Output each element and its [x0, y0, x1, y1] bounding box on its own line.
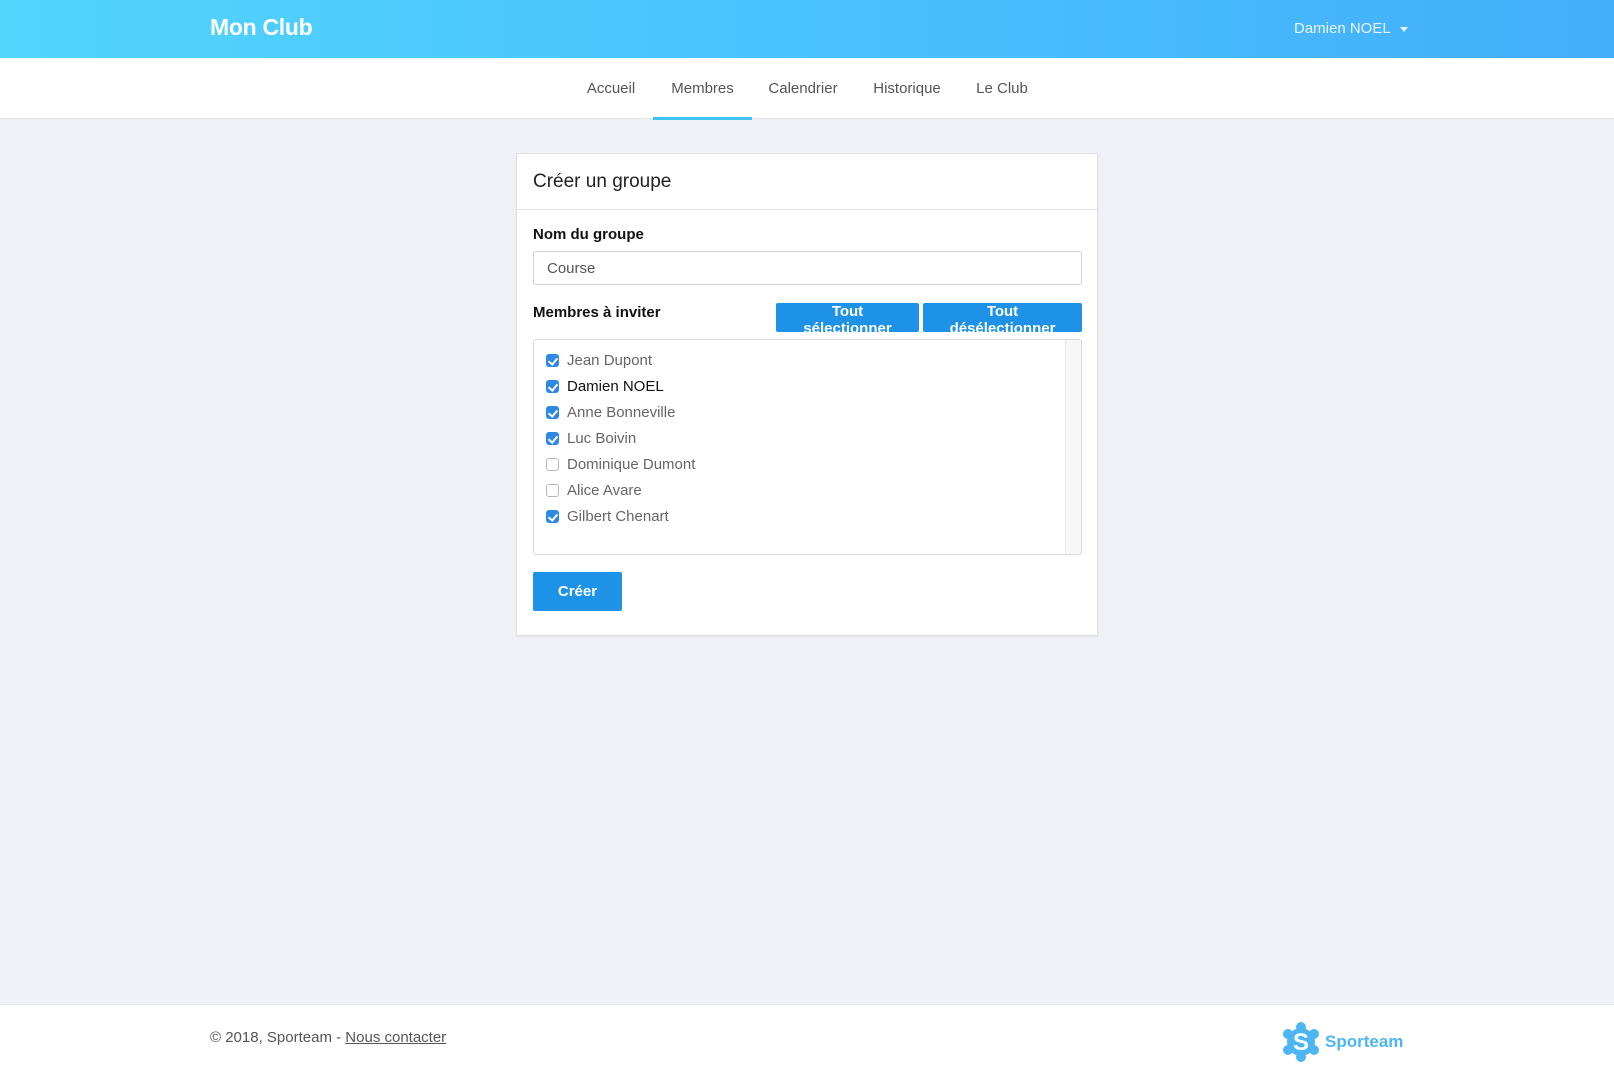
- svg-text:S: S: [1293, 1029, 1309, 1056]
- sporteam-logo-icon: S: [1283, 1022, 1319, 1062]
- create-group-card: Créer un groupe Nom du groupe Membres à …: [516, 153, 1098, 636]
- card-title: Créer un groupe: [533, 170, 672, 192]
- list-item[interactable]: Luc Boivin: [546, 425, 695, 451]
- contact-link[interactable]: Nous contacter: [345, 1029, 446, 1046]
- user-name: Damien NOEL: [1294, 20, 1391, 37]
- footer-text: © 2018, Sporteam - Nous contacter: [210, 1029, 446, 1046]
- member-name: Dominique Dumont: [567, 455, 696, 473]
- main-nav: Accueil Membres Calendrier Historique Le…: [0, 58, 1614, 120]
- checkbox-unchecked[interactable]: [546, 483, 559, 497]
- list-item[interactable]: Damien NOEL: [546, 373, 695, 399]
- tab-le-club[interactable]: Le Club: [971, 58, 1033, 119]
- create-button[interactable]: Créer: [533, 572, 622, 611]
- group-name-input[interactable]: [533, 251, 1082, 285]
- chevron-down-icon: [1399, 26, 1408, 32]
- tab-accueil[interactable]: Accueil: [580, 58, 642, 119]
- member-name: Jean Dupont: [567, 351, 653, 369]
- group-name-label: Nom du groupe: [533, 226, 644, 243]
- card-header: Créer un groupe: [517, 154, 1097, 210]
- checkbox-checked[interactable]: [546, 509, 559, 523]
- list-item[interactable]: Gilbert Chenart: [546, 503, 695, 529]
- member-name: Gilbert Chenart: [567, 507, 669, 525]
- tab-historique[interactable]: Historique: [863, 58, 951, 119]
- user-menu[interactable]: Damien NOEL: [1294, 20, 1408, 37]
- tab-membres[interactable]: Membres: [653, 58, 752, 120]
- logo-text: Sporteam: [1325, 1032, 1404, 1051]
- list-item[interactable]: Jean Dupont: [546, 347, 695, 373]
- copyright-text: © 2018, Sporteam -: [210, 1029, 346, 1046]
- members-list-box[interactable]: Jean Dupont Damien NOEL Anne Bonneville …: [533, 339, 1082, 555]
- list-item[interactable]: Alice Avare: [546, 477, 695, 503]
- members-list: Jean Dupont Damien NOEL Anne Bonneville …: [546, 347, 695, 529]
- member-name: Alice Avare: [567, 481, 642, 499]
- list-scrollbar[interactable]: [1065, 340, 1081, 554]
- checkbox-unchecked[interactable]: [546, 457, 559, 471]
- member-name: Damien NOEL: [567, 377, 664, 395]
- tab-calendrier[interactable]: Calendrier: [762, 58, 844, 119]
- footer: © 2018, Sporteam - Nous contacter S Spor…: [0, 1004, 1614, 1080]
- top-header: Mon Club Damien NOEL: [0, 0, 1614, 58]
- checkbox-checked[interactable]: [546, 353, 559, 367]
- deselect-all-button[interactable]: Tout désélectionner: [923, 303, 1082, 337]
- sporteam-logo[interactable]: S Sporteam: [1282, 1021, 1403, 1063]
- list-item[interactable]: Dominique Dumont: [546, 451, 695, 477]
- checkbox-checked[interactable]: [546, 431, 559, 445]
- member-name: Anne Bonneville: [567, 403, 676, 421]
- checkbox-checked[interactable]: [546, 405, 559, 419]
- member-name: Luc Boivin: [567, 429, 637, 447]
- checkbox-checked[interactable]: [546, 379, 559, 393]
- app-brand[interactable]: Mon Club: [210, 14, 313, 41]
- select-all-button[interactable]: Tout sélectionner: [776, 303, 919, 337]
- members-label: Membres à inviter: [533, 304, 661, 321]
- list-item[interactable]: Anne Bonneville: [546, 399, 695, 425]
